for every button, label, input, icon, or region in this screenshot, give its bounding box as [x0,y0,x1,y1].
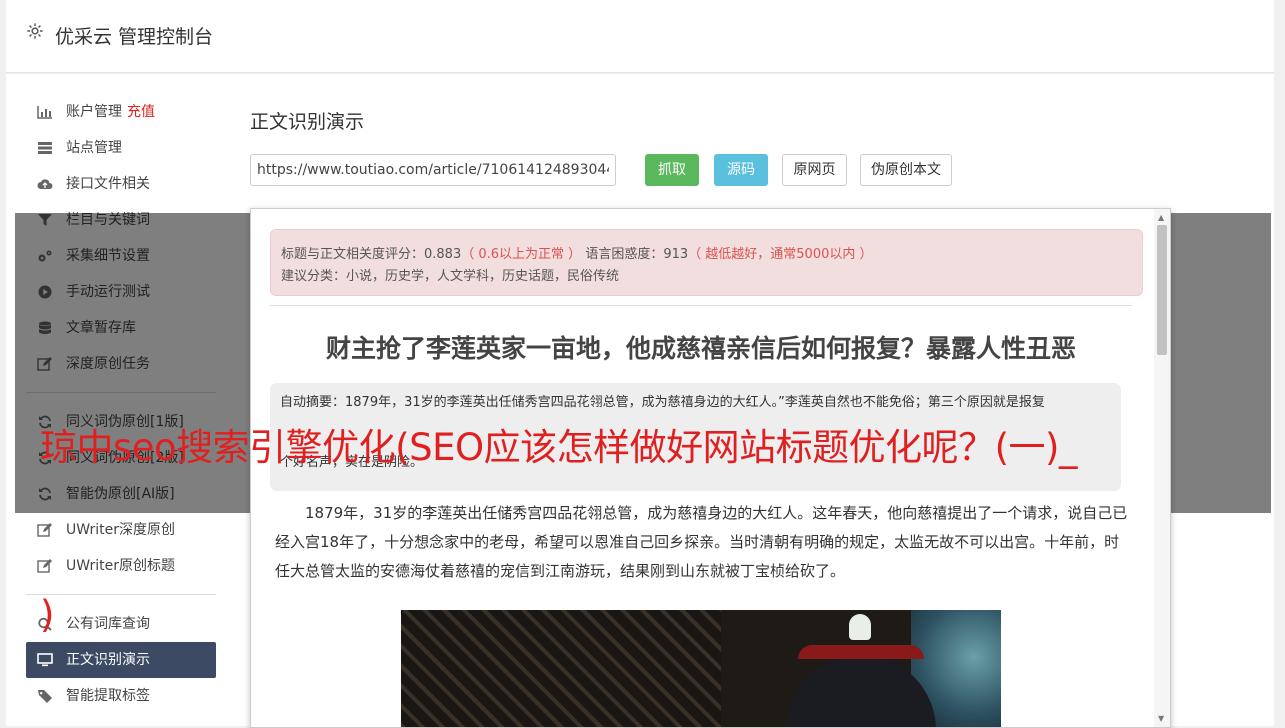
sidebar-item-sites[interactable]: 站点管理 [26,130,216,166]
sidebar-item-label: 公有词库查询 [66,616,150,632]
rewrite-article-button[interactable]: 伪原创本文 [860,154,952,186]
watermark-text-2: ) [40,593,55,636]
server-icon [38,142,52,154]
image-hat-brim [798,645,924,659]
perplexity-score: 语言困惑度：913 [585,247,689,262]
image-hat-finial [849,614,871,640]
app-title: 优采云 管理控制台 [55,26,214,48]
sidebar-item-label: UWriter深度原创 [66,522,175,538]
fetch-button[interactable]: 抓取 [645,154,699,186]
app-header: 优采云 管理控制台 [6,0,1274,73]
score-alert: 标题与正文相关度评分：0.883（ 0.6以上为正常 ） 语言困惑度：913（ … [270,229,1143,296]
sidebar-item-account[interactable]: 账户管理 充值 [26,94,216,130]
edit-icon [37,559,52,573]
sidebar-item-text-recognition[interactable]: 正文识别演示 [26,642,216,678]
edit-icon [37,523,52,537]
article-title: 财主抢了李莲英家一亩地，他成慈禧亲信后如何报复？暴露人性丑恶 [325,334,1076,363]
scroll-up-arrow-icon[interactable]: ▲ [1158,213,1164,222]
summary-line: 自动摘要：1879年，31岁的李莲英出任储秀宫四品花翎总管，成为慈禧身边的大红人… [280,395,1045,410]
category-suggestion: 建议分类：小说，历史学，人文学科，历史话题，民俗传统 [281,269,620,284]
panel-scrollbar[interactable]: ▲ ▼ [1154,209,1170,727]
relevance-note: （ 0.6以上为正常 ） [461,247,582,262]
recharge-link[interactable]: 充值 [127,104,155,120]
url-input[interactable] [250,154,616,186]
sidebar-item-uwriter-title[interactable]: UWriter原创标题 [26,548,216,584]
relevance-score: 标题与正文相关度评分：0.883 [281,247,462,262]
sidebar-item-lexicon-query[interactable]: 公有词库查询 [26,606,216,642]
article-paragraph: 1879年，31岁的李莲英出任储秀宫四品花翎总管，成为慈禧身边的大红人。这年春天… [275,504,1128,580]
sidebar-item-label: 站点管理 [66,140,122,156]
article-image [401,610,1001,727]
source-button[interactable]: 源码 [714,154,768,186]
divider [270,305,1132,306]
sidebar-item-interface[interactable]: 接口文件相关 [26,166,216,202]
gear-icon[interactable] [26,22,44,40]
cloud-upload-icon [37,179,53,189]
page-title: 正文识别演示 [250,111,365,133]
monitor-icon [37,653,53,667]
sidebar-item-smart-tags[interactable]: 智能提取标签 [26,678,216,714]
sidebar-item-label: 智能提取标签 [66,688,150,704]
scroll-down-arrow-icon[interactable]: ▼ [1158,714,1164,723]
image-lattice-window [401,610,721,727]
sidebar-divider [26,594,216,595]
sidebar-item-label: 正文识别演示 [66,652,150,668]
tag-icon [38,690,52,703]
perplexity-note: （ 越低越好，通常5000以内 ） [688,247,873,262]
sidebar-item-label: 账户管理 [66,104,122,120]
score-line: 标题与正文相关度评分：0.883（ 0.6以上为正常 ） 语言困惑度：913（ … [281,243,873,262]
sidebar-item-label: UWriter原创标题 [66,558,175,574]
scroll-thumb[interactable] [1157,225,1167,355]
original-page-button[interactable]: 原网页 [782,154,847,186]
sidebar-item-uwriter-deep[interactable]: UWriter深度原创 [26,512,216,548]
bar-chart-icon [37,106,52,119]
sidebar-item-label: 接口文件相关 [66,176,150,192]
watermark-text: 琼中seo搜索引擎优化(SEO应该怎样做好网站标题优化呢？(一)_ [40,426,1077,469]
